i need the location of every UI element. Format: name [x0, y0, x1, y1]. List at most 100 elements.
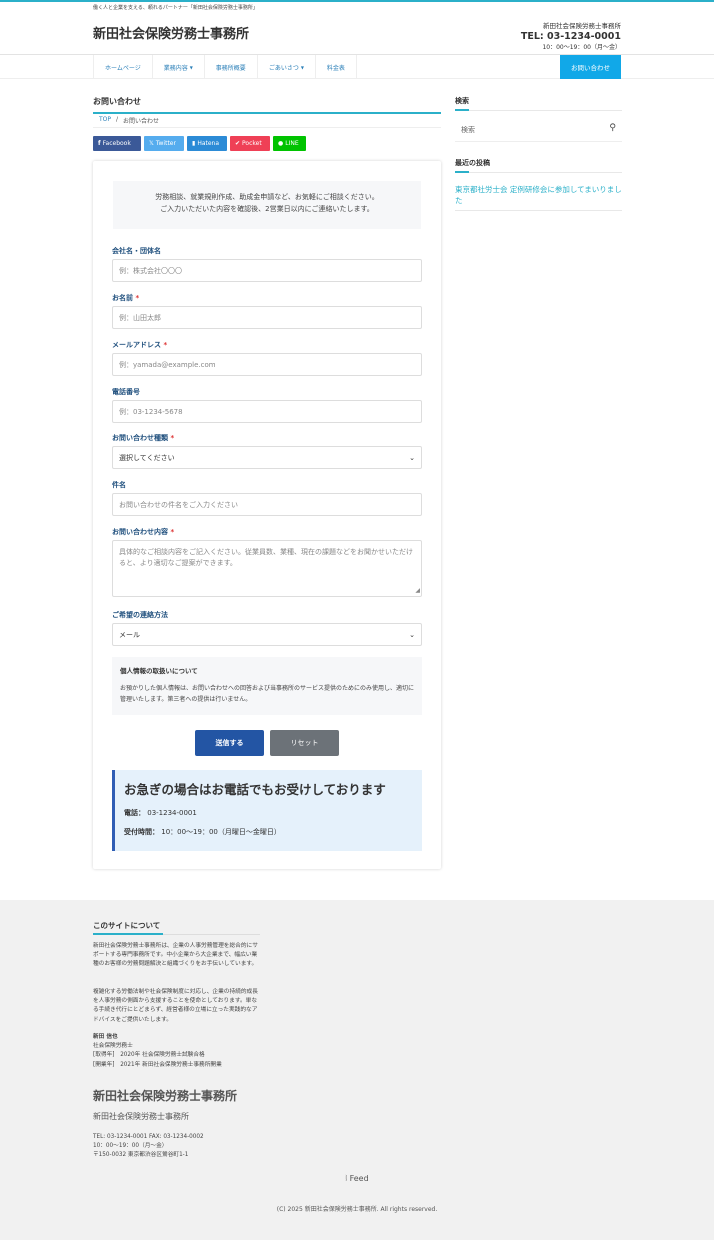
email-label: メールアドレス *: [112, 340, 167, 350]
recent-posts-heading: 最近の投稿: [455, 159, 490, 167]
search-placeholder: 検索: [461, 126, 475, 134]
chevron-down-icon: ⌄: [409, 453, 415, 462]
form-intro-line: 労務相談、就業規則作成、助成金申請など、お気軽にご相談ください。: [155, 193, 379, 201]
share-label: LINE: [285, 140, 299, 147]
header-contact: 新田社会保険労務士事務所 TEL: 03-1234-0001 10：00〜19：…: [521, 20, 621, 51]
top-accent-line: [0, 0, 714, 2]
footer-contact-line: TEL: 03-1234-0001 FAX: 03-1234-0002: [93, 1134, 204, 1140]
reset-button[interactable]: リセット: [270, 730, 339, 756]
search-heading-accent: [455, 109, 469, 111]
privacy-notice: 個人情報の取扱いについて お預かりした個人情報は、お問い合わせへの回答および当事…: [112, 657, 422, 715]
contact-method-select[interactable]: メール ⌄: [112, 623, 422, 646]
nav-item-home[interactable]: ホームページ: [94, 55, 153, 79]
recent-heading-rule: [455, 172, 622, 173]
select-value: メール: [119, 630, 140, 639]
search-heading: 検索: [455, 97, 469, 105]
company-input[interactable]: 例：株式会社〇〇〇: [112, 259, 422, 282]
breadcrumb-divider: [93, 127, 441, 128]
share-pocket-button[interactable]: ✔ Pocket: [230, 136, 270, 151]
share-line-button[interactable]: ● LINE: [273, 136, 306, 151]
share-label: Pocket: [242, 140, 262, 147]
share-hatena-button[interactable]: ▮ Hatena: [187, 136, 227, 151]
contact-method-label: ご希望の連絡方法: [112, 611, 168, 619]
nav-item-greeting[interactable]: ごあいさつ ▼: [258, 55, 316, 79]
nav-item-label: 事務所概要: [215, 64, 246, 72]
email-input[interactable]: 例：yamada@example.com: [112, 353, 422, 376]
subject-label: 件名: [112, 481, 126, 489]
resize-grip-icon[interactable]: ◢: [415, 585, 420, 596]
profile-line: [開業年] 2021年 新田社会保険労務士事務所開業: [93, 1061, 222, 1068]
urgent-phone-value: 03-1234-0001: [147, 809, 197, 817]
footer-contact-line: 10：00〜19：00（月〜金）: [93, 1143, 168, 1149]
facebook-icon: f: [98, 140, 101, 147]
email-label-text: メールアドレス: [112, 341, 161, 349]
phone-input[interactable]: 例：03-1234-5678: [112, 400, 422, 423]
search-input[interactable]: 検索 ⚲: [455, 119, 622, 142]
nav-item-label: 業務内容: [163, 64, 188, 72]
footer-contact: TEL: 03-1234-0001 FAX: 03-1234-0002 10：0…: [93, 1133, 204, 1160]
share-label: Twitter: [155, 140, 176, 147]
urgent-phone-label: 電話：: [124, 809, 145, 817]
required-mark: *: [163, 341, 168, 349]
pocket-icon: ✔: [235, 140, 241, 147]
subject-input[interactable]: お問い合わせの件名をご入力ください: [112, 493, 422, 516]
recent-post-link[interactable]: 東京都社労士会 定例研修会に参加してまいりました: [455, 184, 622, 206]
message-label: お問い合わせ内容 *: [112, 527, 174, 537]
feed-link[interactable]: ⦚ Feed: [0, 1174, 714, 1184]
footer-contact-line: 〒150-0032 東京都渋谷区鶯谷町1-1: [93, 1152, 189, 1158]
feed-label: Feed: [349, 1174, 369, 1183]
form-intro: 労務相談、就業規則作成、助成金申請など、お気軽にご相談ください。 ご入力いただい…: [113, 181, 421, 229]
footer-site-subtitle: 新田社会保険労務士事務所: [93, 1112, 189, 1121]
nav-item-services[interactable]: 業務内容 ▼: [153, 55, 205, 79]
submit-button[interactable]: 送信する: [195, 730, 264, 756]
search-icon[interactable]: ⚲: [609, 123, 616, 133]
message-label-text: お問い合わせ内容: [112, 528, 168, 536]
breadcrumb-top-link[interactable]: TOP: [99, 116, 111, 125]
profile-title: 社会保険労務士: [93, 1043, 133, 1050]
profile-name: 新田 信也: [93, 1034, 118, 1040]
share-label: Facebook: [102, 140, 131, 147]
urgent-contact-box: お急ぎの場合はお電話でもお受けしております 電話： 03-1234-0001 受…: [112, 770, 422, 851]
message-textarea[interactable]: 具体的なご相談内容をご記入ください。従業員数、業種、現在の課題などをお聞かせいた…: [112, 540, 422, 597]
required-mark: *: [170, 528, 175, 536]
inquiry-type-select[interactable]: 選択してください ⌄: [112, 446, 422, 469]
site-header: 新田社会保険労務士事務所 新田社会保険労務士事務所 TEL: 03-1234-0…: [0, 13, 714, 55]
header-tel: TEL: 03-1234-0001: [520, 31, 621, 42]
message-placeholder: 具体的なご相談内容をご記入ください。従業員数、業種、現在の課題などをお聞かせいた…: [119, 548, 413, 567]
nav-contact-button[interactable]: お問い合わせ: [560, 55, 621, 79]
urgent-hours: 受付時間： 10：00〜19：00（月曜日〜金曜日）: [124, 827, 413, 837]
nav-item-label: ホームページ: [105, 64, 141, 72]
share-buttons: f Facebook 𝕏 Twitter ▮ Hatena ✔ Pocket ● LINE: [93, 136, 306, 151]
caret-down-icon: ▼: [300, 64, 304, 70]
privacy-title: 個人情報の取扱いについて: [120, 667, 198, 675]
privacy-text: お預かりした個人情報は、お問い合わせへの回答および当事務所のサービス提供のために…: [120, 685, 415, 703]
title-underline: [93, 112, 441, 114]
urgent-hours-label: 受付時間：: [124, 828, 159, 836]
footer-about-text: 新田社会保険労務士事務所は、企業の人事労務管理を総合的にサポートする専門事務所で…: [93, 943, 258, 968]
footer-about-heading: このサイトについて: [93, 921, 161, 930]
breadcrumb-separator: /: [116, 116, 119, 123]
recent-post-divider: [455, 210, 622, 211]
chevron-down-icon: ⌄: [409, 630, 415, 639]
share-twitter-button[interactable]: 𝕏 Twitter: [144, 136, 184, 151]
breadcrumb: TOP / お問い合わせ: [99, 116, 159, 125]
footer-site-title[interactable]: 新田社会保険労務士事務所: [93, 1087, 237, 1104]
bookmark-icon: ▮: [192, 140, 196, 147]
breadcrumb-current: お問い合わせ: [123, 118, 160, 125]
contact-form-card: 労務相談、就業規則作成、助成金申請など、お気軽にご相談ください。 ご入力いただい…: [93, 161, 441, 869]
site-tagline: 働く人と企業を支える、頼れるパートナー「新田社会保険労務士事務所」: [93, 5, 258, 11]
urgent-phone: 電話： 03-1234-0001: [124, 808, 413, 818]
company-label: 会社名・団体名: [112, 247, 161, 255]
share-facebook-button[interactable]: f Facebook: [93, 136, 141, 151]
footer-heading-rule: [163, 934, 260, 935]
urgent-title: お急ぎの場合はお電話でもお受けしております: [124, 782, 386, 797]
copyright: (C) 2025 新田社会保険労務士事務所. All rights reserv…: [276, 1206, 438, 1213]
nav-item-pricing[interactable]: 料金表: [316, 55, 357, 79]
search-heading-rule: [455, 110, 622, 111]
footer-heading-accent: [93, 933, 163, 935]
name-input[interactable]: 例：山田太郎: [112, 306, 422, 329]
nav-item-about-office[interactable]: 事務所概要: [205, 55, 258, 79]
header-hours: 10：00〜19：00（月〜金）: [542, 44, 621, 51]
required-mark: *: [170, 434, 175, 442]
site-title[interactable]: 新田社会保険労務士事務所: [93, 23, 249, 42]
